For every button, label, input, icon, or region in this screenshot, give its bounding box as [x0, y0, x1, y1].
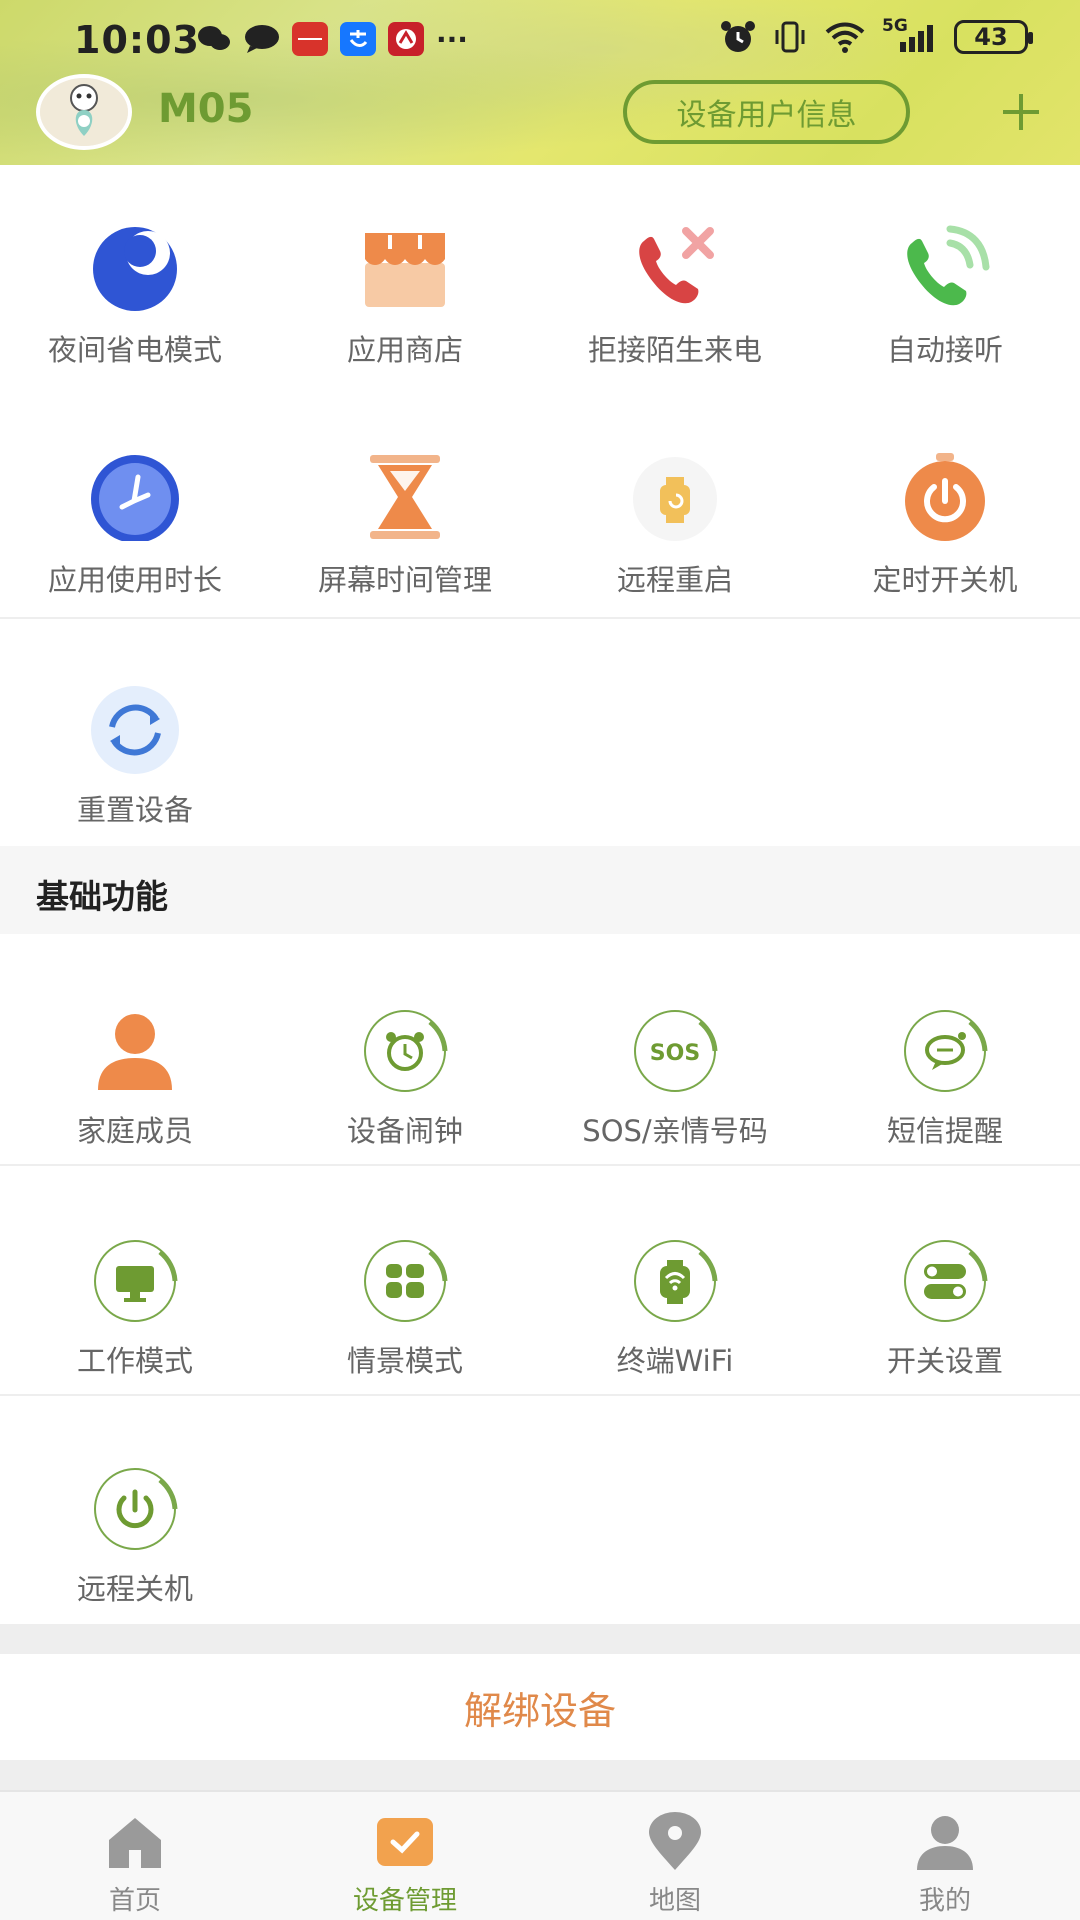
device-avatar[interactable] — [36, 74, 132, 150]
grid-icon — [364, 1240, 448, 1322]
clock-icon — [91, 455, 179, 541]
basic-terminal-wifi[interactable]: 终端WiFi — [540, 1196, 810, 1396]
feature-label: 设备闹钟 — [346, 1114, 463, 1148]
store-icon — [365, 233, 445, 307]
tab-label: 设备管理 — [352, 1886, 457, 1916]
feature-reject-stranger-calls[interactable]: 拒接陌生来电 — [540, 185, 810, 385]
feature-label: 屏幕时间管理 — [317, 563, 492, 597]
auto-answer-icon — [907, 225, 990, 306]
reset-icon — [91, 686, 179, 774]
add-device-icon[interactable] — [995, 86, 1047, 138]
feature-app-usage-time[interactable]: 应用使用时长 — [0, 415, 270, 615]
svg-text:SOS: SOS — [650, 1041, 700, 1066]
home-icon — [109, 1818, 161, 1868]
status-bar: 10:03 ··· 5G 43 — [0, 0, 1080, 80]
signal-icon: 5G — [882, 16, 938, 54]
feature-label: 工作模式 — [76, 1344, 193, 1378]
section-title: 基础功能 — [36, 877, 168, 916]
feature-label: 终端WiFi — [616, 1344, 734, 1378]
more-dots-icon: ··· — [436, 22, 468, 56]
battery-indicator: 43 — [954, 20, 1033, 54]
tab-map[interactable]: 地图 — [540, 1792, 810, 1920]
spacer — [0, 1760, 1080, 1790]
basic-sos-numbers[interactable]: SOS SOS/亲情号码 — [540, 966, 810, 1166]
feature-screen-time[interactable]: 屏幕时间管理 — [270, 415, 540, 615]
message-icon — [244, 22, 280, 56]
toggle-icon — [904, 1240, 988, 1322]
feature-label: 重置设备 — [76, 793, 193, 827]
feature-label: 夜间省电模式 — [47, 333, 222, 367]
wechat-icon — [196, 22, 232, 56]
device-manage-icon — [377, 1818, 433, 1866]
alarm-status-icon — [721, 21, 755, 52]
basic-family-members[interactable]: 家庭成员 — [0, 966, 270, 1166]
basic-device-alarm[interactable]: 设备闹钟 — [270, 966, 540, 1166]
tab-profile[interactable]: 我的 — [810, 1792, 1080, 1920]
bottom-tab-bar: 首页 设备管理 地图 我的 — [0, 1790, 1080, 1920]
device-name: M05 — [158, 86, 254, 132]
basic-work-mode[interactable]: 工作模式 — [0, 1196, 270, 1396]
sms-icon — [904, 1010, 988, 1092]
feature-label: 远程重启 — [616, 563, 733, 597]
basic-switch-settings[interactable]: 开关设置 — [810, 1196, 1080, 1396]
tab-label: 首页 — [108, 1886, 161, 1916]
profile-icon — [917, 1816, 973, 1870]
tab-label: 我的 — [918, 1886, 971, 1916]
header: 10:03 ··· 5G 43 M05 设备用户信息 — [0, 0, 1080, 165]
tab-label: 地图 — [648, 1886, 701, 1916]
alarm-icon — [364, 1010, 448, 1092]
hourglass-icon — [370, 455, 440, 539]
feature-label: 拒接陌生来电 — [587, 333, 762, 367]
feature-scheduled-power[interactable]: 定时开关机 — [810, 415, 1080, 615]
person-icon — [98, 1014, 172, 1090]
unbind-device-button[interactable]: 解绑设备 — [0, 1654, 1080, 1760]
status-time: 10:03 — [74, 18, 200, 62]
vibrate-icon — [775, 21, 805, 53]
feature-label: 应用使用时长 — [47, 563, 222, 597]
tab-home[interactable]: 首页 — [0, 1792, 270, 1920]
feature-label: 短信提醒 — [886, 1114, 1003, 1148]
basic-remote-shutdown[interactable]: 远程关机 — [0, 1424, 270, 1624]
feature-night-power-saving[interactable]: 夜间省电模式 — [0, 185, 270, 385]
reject-call-icon — [639, 227, 714, 304]
feature-label: 开关设置 — [886, 1344, 1003, 1378]
sos-icon: SOS — [634, 1010, 718, 1092]
feature-remote-restart[interactable]: 远程重启 — [540, 415, 810, 615]
feature-label: 自动接听 — [886, 333, 1003, 367]
map-pin-icon — [649, 1812, 701, 1870]
alipay-icon — [340, 22, 376, 56]
feature-reset-device[interactable]: 重置设备 — [0, 645, 270, 845]
feature-auto-answer[interactable]: 自动接听 — [810, 185, 1080, 385]
wifi-icon — [825, 22, 865, 53]
basic-sms-reminder[interactable]: 短信提醒 — [810, 966, 1080, 1166]
tab-device-management[interactable]: 设备管理 — [270, 1792, 540, 1920]
power-icon — [94, 1468, 178, 1550]
basic-scene-mode[interactable]: 情景模式 — [270, 1196, 540, 1396]
bank-icon — [388, 22, 424, 56]
feature-label: 情景模式 — [346, 1344, 463, 1378]
feature-label: 应用商店 — [346, 333, 463, 367]
device-user-info-button[interactable]: 设备用户信息 — [623, 80, 910, 144]
timer-power-icon — [905, 453, 985, 541]
monitor-icon — [94, 1240, 178, 1322]
feature-app-store[interactable]: 应用商店 — [270, 185, 540, 385]
feature-label: 远程关机 — [76, 1572, 193, 1606]
moon-icon — [93, 227, 177, 311]
feature-label: 定时开关机 — [872, 563, 1018, 597]
restart-watch-icon — [633, 457, 717, 541]
feature-label: SOS/亲情号码 — [582, 1114, 768, 1148]
feature-label: 家庭成员 — [76, 1114, 193, 1148]
spacer — [0, 1624, 1080, 1654]
section-header-basic: 基础功能 — [0, 846, 1080, 934]
app-red-icon — [292, 22, 328, 56]
wifi-watch-icon — [634, 1240, 718, 1322]
